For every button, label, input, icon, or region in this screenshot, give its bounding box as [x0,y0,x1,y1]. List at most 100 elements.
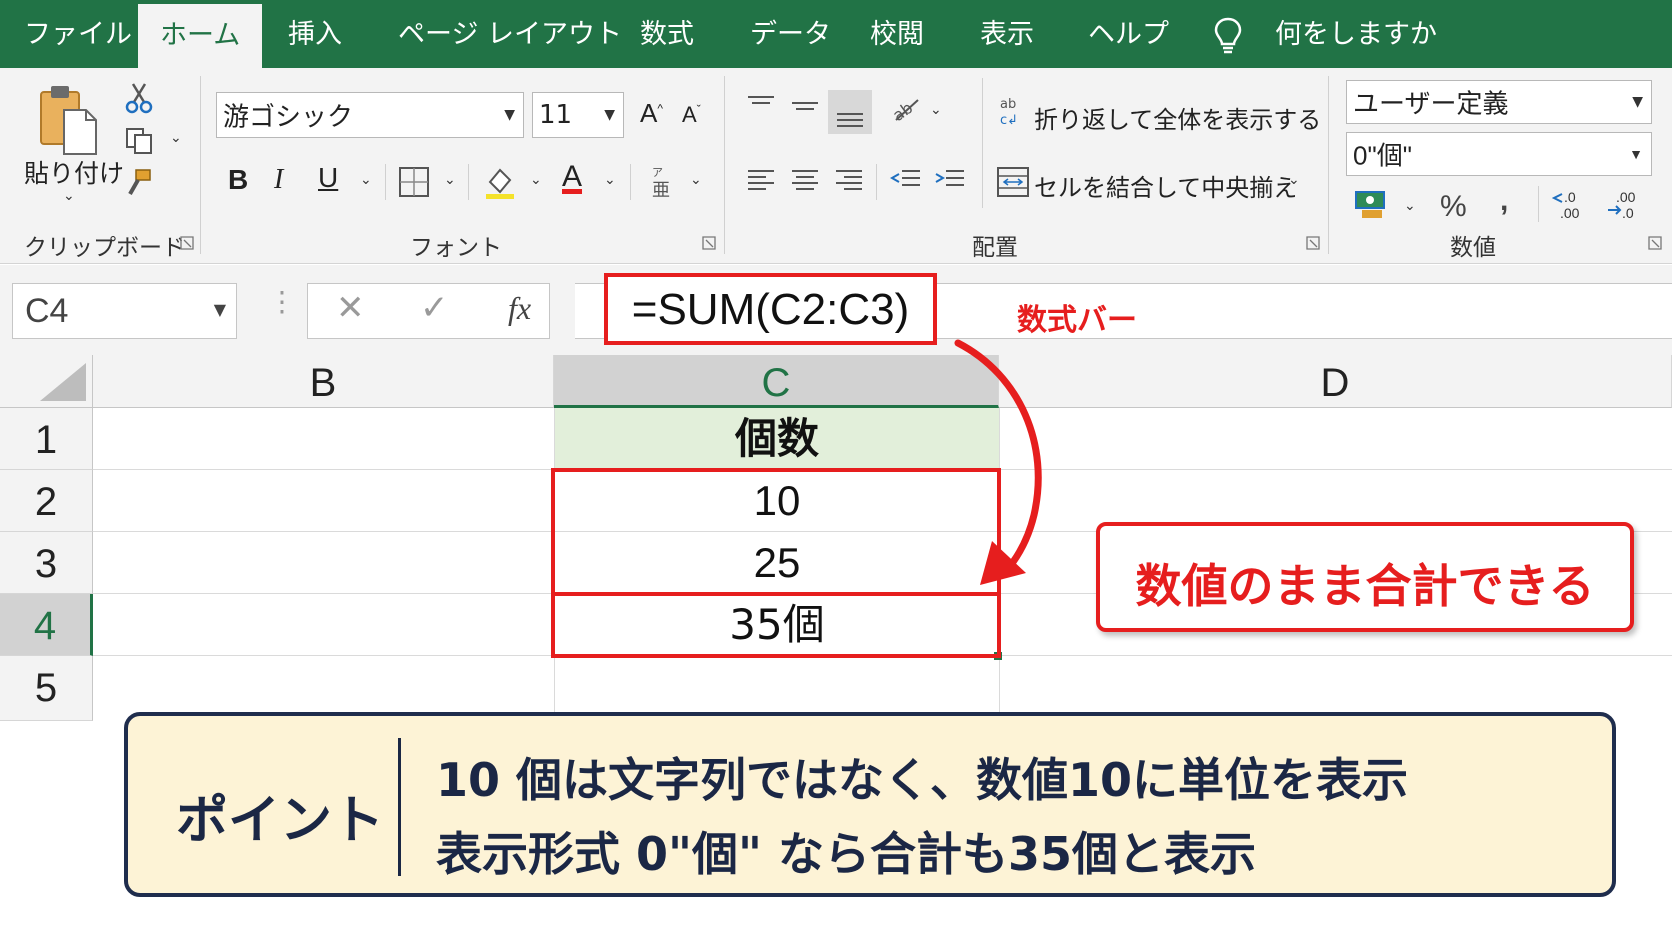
align-top-icon[interactable] [746,94,776,120]
formula-bar-annotation: 数式バー [1017,303,1137,338]
enter-icon[interactable]: ✓ [420,288,449,328]
fill-color-icon[interactable] [482,164,518,200]
alignment-launcher-icon[interactable] [1306,236,1320,250]
font-launcher-icon[interactable] [702,236,716,250]
svg-text:.00: .00 [1616,189,1636,205]
font-color-chevron-icon[interactable]: ⌄ [604,172,616,188]
phonetic-chevron-icon[interactable]: ⌄ [690,172,702,188]
tab-help[interactable]: ヘルプ [1088,0,1169,68]
name-box[interactable]: C4 ▼ [12,283,237,339]
tab-home[interactable]: ホーム [138,4,263,68]
formula-buttons: ✕ ✓ fx [307,283,550,339]
clipboard-launcher-icon[interactable] [180,236,194,250]
decrease-decimal-icon[interactable]: .00.0 [1606,188,1646,222]
number-format-select[interactable]: ユーザー定義 ▼ [1346,80,1652,124]
row-header-3[interactable]: 3 [0,532,93,594]
separator [1538,186,1539,222]
accounting-format-icon[interactable] [1354,190,1388,220]
column-header-d[interactable]: D [999,355,1672,408]
comma-style-button[interactable]: , [1500,184,1508,218]
tab-view[interactable]: 表示 [980,0,1034,68]
tab-review[interactable]: 校閲 [870,0,924,68]
tab-formulas[interactable]: 数式 [640,0,694,68]
align-center-icon[interactable] [790,166,820,196]
row-header-1[interactable]: 1 [0,408,93,470]
wrap-text-icon[interactable]: abc↲ [998,94,1028,128]
phonetic-icon[interactable]: ア亜 [648,164,672,200]
formula-highlight: =SUM(C2:C3) [604,273,937,345]
percent-style-button[interactable]: % [1440,190,1467,224]
select-all-corner[interactable] [0,355,93,408]
copy-icon[interactable] [124,126,154,156]
align-left-icon[interactable] [746,166,776,196]
row-header-5[interactable]: 5 [0,656,93,721]
paste-chevron-icon[interactable]: ⌄ [63,188,75,204]
underline-chevron-icon[interactable]: ⌄ [360,172,372,188]
svg-text:c↲: c↲ [1000,113,1018,128]
separator [724,76,725,254]
increase-decimal-icon[interactable]: .0.00 [1552,188,1590,222]
font-size-select[interactable]: 11 ▼ [532,92,624,138]
clipboard-group-label: クリップボード [24,235,185,261]
borders-icon[interactable] [398,166,430,198]
svg-text:ア: ア [652,166,663,179]
align-right-icon[interactable] [834,166,864,196]
svg-text:.0: .0 [1622,205,1634,221]
align-bottom-button[interactable] [828,90,872,134]
separator [630,164,631,200]
insert-function-icon[interactable]: fx [508,290,531,327]
separator [1328,76,1329,254]
svg-text:ab: ab [1000,97,1016,112]
tab-data[interactable]: データ [750,0,831,68]
format-painter-icon[interactable] [124,168,154,198]
accounting-chevron-icon[interactable]: ⌄ [1404,198,1416,214]
orientation-icon[interactable]: ab [890,92,924,126]
orientation-chevron-icon[interactable]: ⌄ [930,102,942,118]
align-middle-icon[interactable] [790,94,820,120]
increase-font-icon[interactable]: A^ [640,98,663,129]
merge-center-icon[interactable] [996,166,1030,198]
increase-indent-icon[interactable] [934,166,966,196]
arrow-icon [954,339,1042,585]
tab-file[interactable]: ファイル [24,0,132,68]
ribbon-tab-bar: ファイル ホーム 挿入 ページ レイアウト 数式 データ 校閲 表示 ヘルプ 何… [0,0,1672,68]
borders-chevron-icon[interactable]: ⌄ [444,172,456,188]
italic-button[interactable]: I [274,164,283,196]
column-header-b[interactable]: B [93,355,554,408]
svg-text:.00: .00 [1560,205,1580,221]
formula-text[interactable]: =SUM(C2:C3) [608,285,933,335]
merge-chevron-icon[interactable]: ⌄ [1288,172,1300,188]
tab-page-layout[interactable]: ページ レイアウト [398,0,622,68]
point-box: ポイント 10 個は文字列ではなく、数値10に単位を表示 表示形式 0"個" な… [124,712,1616,897]
svg-text:亜: 亜 [652,180,670,200]
tab-insert[interactable]: 挿入 [288,0,342,68]
font-color-icon[interactable]: A [562,160,582,194]
cancel-icon[interactable]: ✕ [336,288,365,328]
tell-me-search[interactable]: 何をしますか [1275,0,1437,68]
bold-button[interactable]: B [228,164,248,196]
svg-text:.0: .0 [1564,189,1576,205]
decrease-indent-icon[interactable] [890,166,922,196]
point-label: ポイント [176,791,385,851]
lightbulb-icon[interactable] [1213,16,1243,54]
paste-label[interactable]: 貼り付け [24,154,124,190]
font-group-label: フォント [410,235,502,261]
fill-color-chevron-icon[interactable]: ⌄ [530,172,542,188]
select-all-icon [40,363,86,401]
row-header-2[interactable]: 2 [0,470,93,532]
paste-icon[interactable] [38,82,100,158]
merge-center-button[interactable]: セルを結合して中央揃え [1034,168,1297,203]
custom-format-select[interactable]: 0"個" ▼ [1346,132,1652,176]
number-launcher-icon[interactable] [1648,236,1662,250]
font-name-select[interactable]: 游ゴシック ▼ [216,92,524,138]
sum-callout-text: 数値のまま合計できる [1135,559,1595,613]
separator [200,76,201,254]
decrease-font-icon[interactable]: Aˇ [682,102,701,128]
underline-button[interactable]: U [318,162,338,194]
cut-icon[interactable] [124,82,154,114]
drag-handle-icon[interactable]: ⋮ [268,285,296,318]
sum-callout: 数値のまま合計できる [1096,522,1634,632]
row-header-4[interactable]: 4 [0,594,93,656]
wrap-text-button[interactable]: 折り返して全体を表示する [1034,100,1321,135]
copy-chevron-icon[interactable]: ⌄ [170,130,182,146]
